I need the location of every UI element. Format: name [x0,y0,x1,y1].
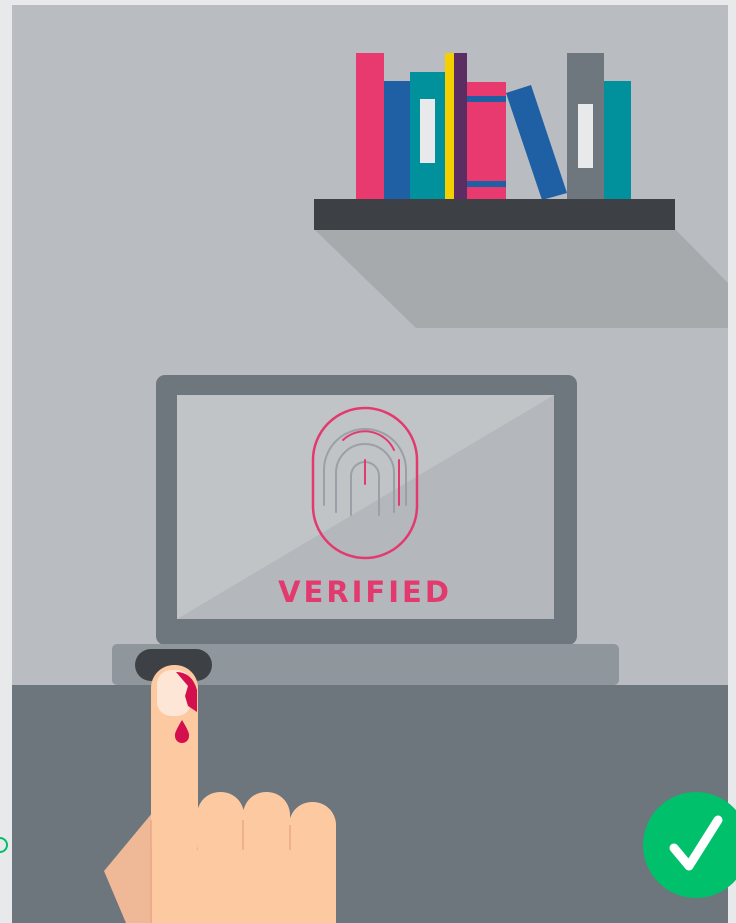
book-teal-right [604,81,631,200]
book-band-bottom [467,181,506,187]
book-purple [454,53,467,200]
shelf [314,199,675,230]
book-blue [384,81,410,200]
book-yellow [445,53,454,200]
book-band-top [467,96,506,102]
verified-label: VERIFIED [278,575,452,609]
pinky-finger [289,802,336,862]
book-teal-label [420,99,435,163]
illustration-scene: VERIFIED [0,0,736,923]
laptop [112,375,619,685]
ring-finger [243,792,290,852]
middle-finger [197,792,244,852]
book-gray-label [578,104,593,168]
book-pink-tall [356,53,384,200]
